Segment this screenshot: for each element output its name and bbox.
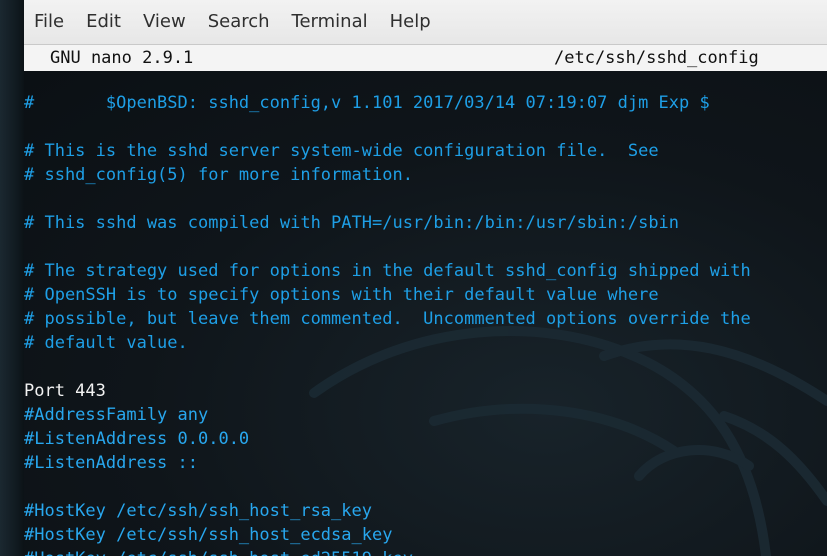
- nano-editor-area[interactable]: # $OpenBSD: sshd_config,v 1.101 2017/03/…: [24, 71, 827, 556]
- menu-view[interactable]: View: [143, 13, 186, 31]
- code-line: #HostKey /etc/ssh/ssh_host_ecdsa_key: [24, 525, 393, 545]
- code-line: # default value.: [24, 333, 188, 353]
- menu-file[interactable]: File: [34, 13, 64, 31]
- code-line: # OpenSSH is to specify options with the…: [24, 285, 659, 305]
- nano-file-path: /etc/ssh/sshd_config: [554, 48, 759, 68]
- code-line: #AddressFamily any: [24, 405, 209, 425]
- config-text: # $OpenBSD: sshd_config,v 1.101 2017/03/…: [24, 91, 827, 556]
- code-line: # The strategy used for options in the d…: [24, 261, 751, 281]
- code-line: # possible, but leave them commented. Un…: [24, 309, 751, 329]
- code-line: # sshd_config(5) for more information.: [24, 165, 413, 185]
- code-line: # This is the sshd server system-wide co…: [24, 141, 659, 161]
- menu-search[interactable]: Search: [208, 13, 270, 31]
- desktop-left-edge: [0, 0, 24, 556]
- code-line: #HostKey /etc/ssh/ssh_host_ed25519_key: [24, 547, 827, 556]
- code-line: # $OpenBSD: sshd_config,v 1.101 2017/03/…: [24, 93, 710, 113]
- code-line: #HostKey /etc/ssh/ssh_host_rsa_key: [24, 501, 372, 521]
- code-line: # This sshd was compiled with PATH=/usr/…: [24, 213, 680, 233]
- desktop-screen: File Edit View Search Terminal Help GNU …: [0, 0, 827, 556]
- menu-help[interactable]: Help: [390, 13, 431, 31]
- nano-version: GNU nano 2.9.1: [50, 48, 194, 68]
- code-line: #ListenAddress ::: [24, 453, 198, 473]
- menu-edit[interactable]: Edit: [86, 13, 121, 31]
- nano-title-bar: GNU nano 2.9.1 /etc/ssh/sshd_config: [24, 45, 827, 71]
- port-setting-line: Port 443: [24, 381, 106, 401]
- menu-terminal[interactable]: Terminal: [292, 13, 368, 31]
- terminal-menubar: File Edit View Search Terminal Help: [24, 0, 827, 45]
- code-line: #ListenAddress 0.0.0.0: [24, 429, 250, 449]
- terminal-window: File Edit View Search Terminal Help GNU …: [24, 0, 827, 556]
